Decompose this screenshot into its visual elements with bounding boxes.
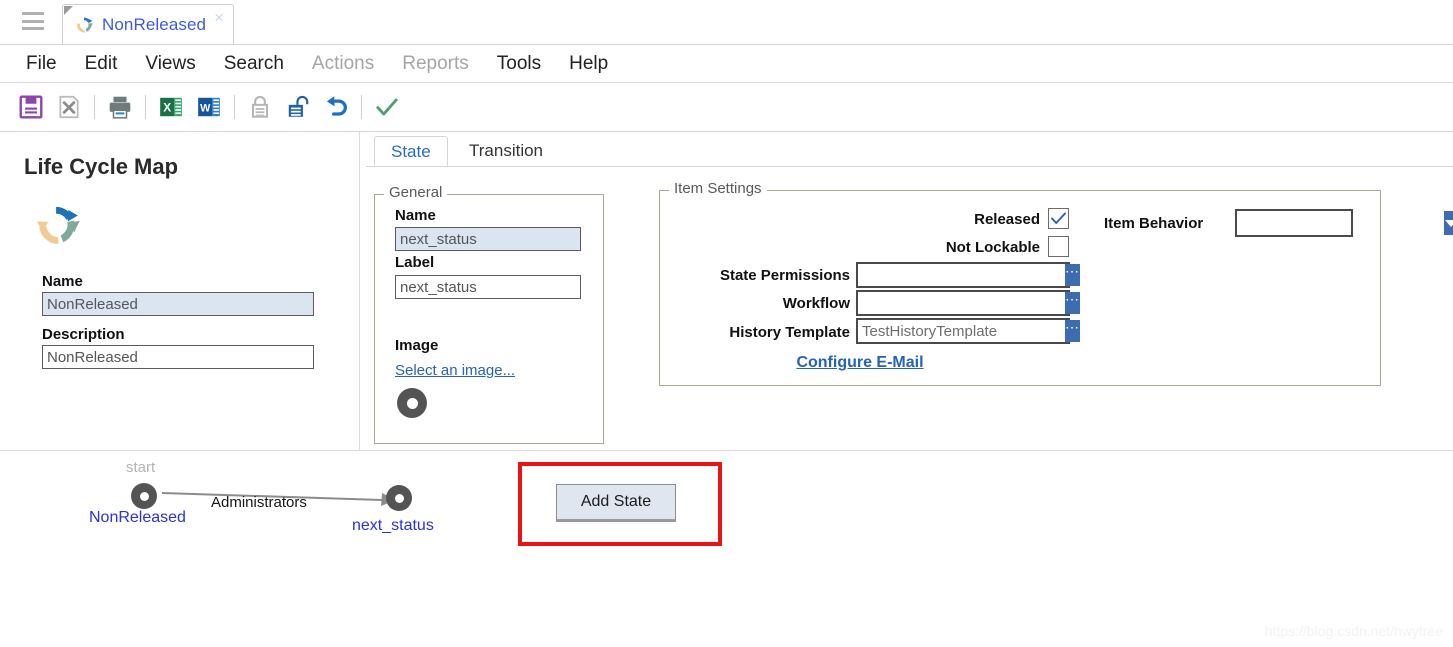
undo-button[interactable] [317, 90, 355, 124]
lifecycle-recycle-icon [76, 16, 93, 33]
state-permissions-input[interactable] [858, 264, 1065, 286]
toolbar-separator [94, 95, 95, 119]
life-cycle-diagram-canvas[interactable]: start NonReleased Administrators next_st… [0, 451, 1453, 647]
hamburger-line [22, 12, 44, 15]
workflow-field[interactable]: ⋯ [856, 290, 1080, 316]
ellipsis-icon[interactable]: ⋯ [1065, 264, 1080, 286]
general-legend: General [384, 184, 448, 201]
toolbar-separator [234, 95, 235, 119]
start-label: start [126, 459, 156, 476]
unlock-icon [288, 95, 309, 117]
print-button[interactable] [101, 90, 139, 124]
tab-title: NonReleased [102, 14, 207, 34]
add-state-button[interactable]: Add State [556, 484, 676, 522]
state-node-label-next-status[interactable]: next_status [352, 517, 434, 535]
select-image-link[interactable]: Select an image... [395, 362, 515, 379]
menu-item-actions: Actions [311, 52, 375, 74]
state-permissions-field[interactable]: ⋯ [856, 262, 1080, 288]
menu-item-help[interactable]: Help [555, 51, 622, 77]
watermark: https://blog.csdn.net/hwytree [1264, 623, 1443, 639]
close-icon[interactable]: × [214, 9, 224, 26]
lifecycle-recycle-icon [37, 206, 80, 245]
configure-email-link[interactable]: Configure E-Mail [500, 354, 1220, 372]
item-behavior-label: Item Behavior [1104, 215, 1204, 232]
hamburger-line [22, 19, 44, 23]
ellipsis-icon[interactable]: ⋯ [1065, 292, 1080, 314]
lcm-description-label: Description [42, 326, 125, 343]
history-template-label: History Template [729, 324, 850, 341]
save-button[interactable] [12, 90, 50, 124]
svg-text:W: W [200, 102, 211, 114]
released-checkbox[interactable] [1048, 208, 1069, 229]
toolbar: X W [0, 83, 1453, 132]
lcm-name-input[interactable] [42, 292, 314, 316]
svg-text:X: X [163, 100, 171, 114]
delete-button[interactable] [50, 90, 88, 124]
state-node-nonreleased[interactable] [131, 483, 157, 509]
item-behavior-input[interactable] [1237, 211, 1444, 235]
workflow-input[interactable] [858, 292, 1065, 314]
chevron-down-icon[interactable] [1444, 211, 1453, 235]
menu-item-file[interactable]: File [12, 51, 71, 77]
unlock-button[interactable] [279, 90, 317, 124]
life-cycle-map-panel: Life Cycle Map Name Description [0, 132, 360, 450]
released-label: Released [974, 211, 1040, 228]
save-icon [19, 95, 43, 119]
item-settings-legend: Item Settings [669, 180, 767, 197]
export-word-button[interactable]: W [190, 90, 228, 124]
apply-button[interactable] [368, 90, 406, 124]
export-excel-icon: X [160, 97, 182, 117]
hamburger-line [22, 27, 44, 30]
tab-transition[interactable]: Transition [453, 136, 559, 166]
toolbar-separator [361, 95, 362, 119]
tab-corner-marker [64, 6, 73, 15]
tab-state[interactable]: State [374, 136, 448, 166]
menu-item-search[interactable]: Search [210, 51, 298, 77]
menu-item-reports: Reports [402, 52, 469, 74]
menu-item-tools[interactable]: Tools [483, 51, 555, 77]
menu-item-edit[interactable]: Edit [71, 51, 132, 77]
menu-bar: File Edit Views Search Actions Reports T… [0, 45, 1453, 83]
state-node-label-nonreleased[interactable]: NonReleased [89, 509, 186, 527]
transition-label-administrators[interactable]: Administrators [211, 494, 307, 511]
general-groupbox: General Name Label Image Select an image… [374, 184, 604, 444]
lcm-name-label: Name [42, 273, 83, 290]
tab-bar: State Transition [366, 136, 1453, 167]
state-name-label: Name [395, 207, 436, 224]
state-label-input[interactable] [395, 275, 581, 299]
item-settings-groupbox: Item Settings Released Not Lockable Stat… [659, 180, 1453, 386]
state-label-label: Label [395, 254, 435, 271]
delete-icon [59, 95, 79, 119]
not-lockable-label: Not Lockable [945, 239, 1040, 256]
title-bar: NonReleased × [0, 0, 1453, 45]
check-icon [1051, 212, 1066, 224]
item-behavior-combo[interactable] [1235, 209, 1453, 237]
state-name-input[interactable] [395, 227, 581, 251]
check-icon [376, 98, 398, 116]
toolbar-separator [145, 95, 146, 119]
not-lockable-checkbox[interactable] [1048, 236, 1069, 257]
state-donut-icon [397, 388, 427, 418]
export-word-icon: W [198, 97, 220, 117]
state-permissions-label: State Permissions [719, 267, 850, 284]
image-label: Image [395, 337, 439, 354]
menu-item-views[interactable]: Views [131, 51, 209, 77]
ellipsis-icon[interactable]: ⋯ [1065, 320, 1080, 342]
document-tab-nonreleased[interactable]: NonReleased × [62, 4, 234, 44]
export-excel-button[interactable]: X [152, 90, 190, 124]
history-template-input[interactable] [858, 320, 1065, 342]
workflow-label: Workflow [782, 295, 850, 312]
lock-icon [251, 95, 269, 118]
state-editor-panel: State Transition General Name Label Imag… [360, 132, 1453, 450]
lock-button[interactable] [241, 90, 279, 124]
state-node-next-status[interactable] [386, 485, 412, 511]
hamburger-menu-icon[interactable] [22, 12, 44, 30]
undo-icon [326, 96, 347, 116]
work-area: Life Cycle Map Name Description State Tr… [0, 132, 1453, 451]
lcm-description-input[interactable] [42, 345, 314, 369]
print-icon [109, 96, 131, 119]
page-title: Life Cycle Map [24, 154, 179, 179]
history-template-field[interactable]: ⋯ [856, 318, 1080, 344]
